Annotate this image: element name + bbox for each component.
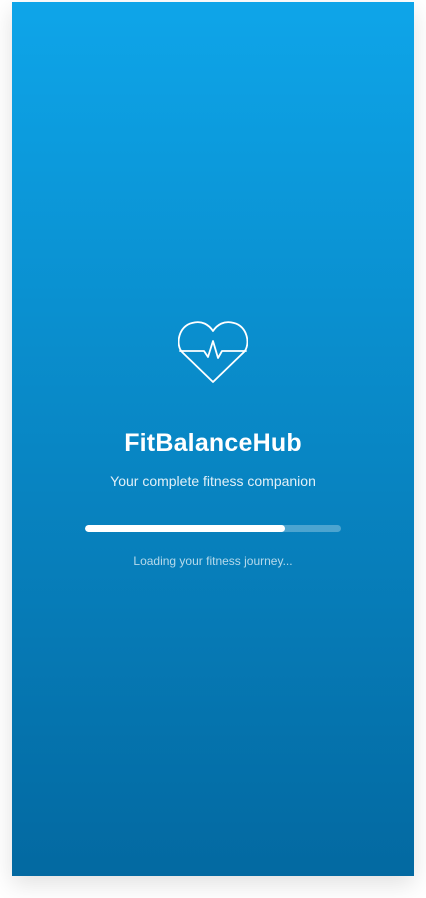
app-title: FitBalanceHub (124, 429, 302, 457)
splash-content: FitBalanceHub Your complete fitness comp… (12, 320, 414, 569)
heart-pulse-icon (178, 321, 248, 383)
app-tagline: Your complete fitness companion (110, 473, 316, 489)
splash-screen: FitBalanceHub Your complete fitness comp… (12, 2, 414, 876)
loading-progress-bar (85, 525, 341, 532)
loading-progress-fill (85, 525, 285, 532)
loading-message: Loading your fitness journey... (133, 554, 293, 568)
